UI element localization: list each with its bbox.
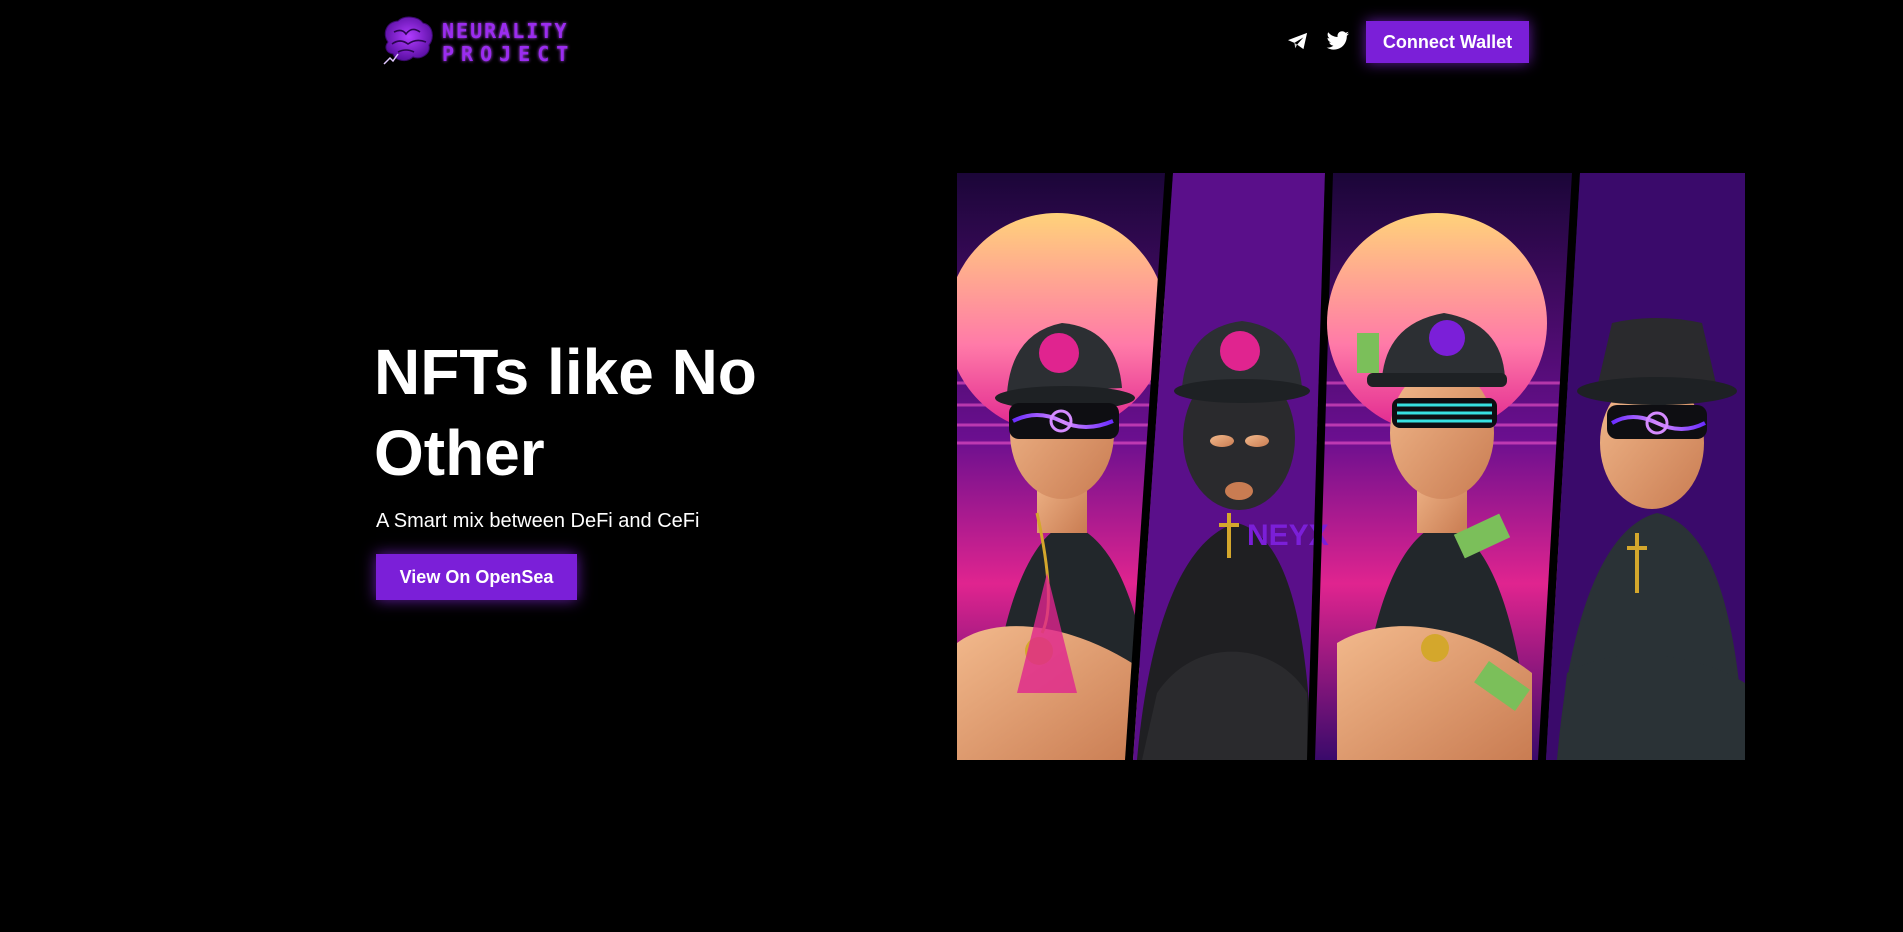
view-on-opensea-button[interactable]: View On OpenSea <box>376 554 577 600</box>
hero-title: NFTs like No Other <box>374 336 757 489</box>
connect-wallet-button[interactable]: Connect Wallet <box>1366 21 1529 63</box>
twitter-icon <box>1326 31 1349 50</box>
logo-wordmark-line1: NEURALITY <box>442 18 569 43</box>
neurality-logo[interactable]: NEURALITY PROJECT <box>376 14 596 70</box>
hero-subtitle: A Smart mix between DeFi and CeFi <box>376 510 700 532</box>
twitter-link[interactable] <box>1325 28 1351 54</box>
telegram-icon <box>1288 32 1308 50</box>
brain-icon <box>383 16 433 65</box>
logo-wordmark-line2: PROJECT <box>442 41 576 66</box>
nft-collection-artwork: NEYX <box>957 173 1745 760</box>
telegram-link[interactable] <box>1285 28 1311 54</box>
